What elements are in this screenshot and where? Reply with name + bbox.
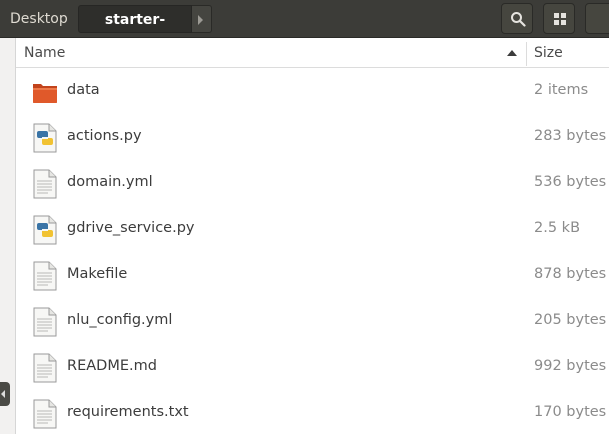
- text-file-icon: [33, 169, 57, 199]
- file-size: 536 bytes: [534, 174, 607, 190]
- list-item[interactable]: data 2 items: [16, 68, 609, 114]
- list-item[interactable]: actions.py 283 bytes: [16, 114, 609, 160]
- column-divider[interactable]: [526, 42, 527, 66]
- search-button[interactable]: [501, 3, 533, 34]
- text-file-icon: [33, 307, 57, 337]
- file-name: Makefile: [67, 266, 128, 282]
- folder-icon: [33, 84, 57, 103]
- file-name: requirements.txt: [67, 404, 189, 420]
- file-name: domain.yml: [67, 174, 153, 190]
- file-name: README.md: [67, 358, 157, 374]
- sidebar-toggle-handle[interactable]: [0, 382, 10, 406]
- grid-view-icon: [554, 13, 566, 25]
- file-size: 2.5 kB: [534, 220, 581, 236]
- file-size: 2 items: [534, 82, 589, 98]
- list-item[interactable]: README.md 992 bytes: [16, 344, 609, 390]
- file-name: data: [67, 82, 100, 98]
- header-bar: Desktop starter-pack: [0, 0, 609, 56]
- sort-ascending-icon: [507, 50, 517, 56]
- view-toggle-button[interactable]: [543, 3, 575, 34]
- chevron-right-icon: [198, 15, 203, 25]
- column-size-header[interactable]: Size: [534, 45, 563, 61]
- python-file-icon: [33, 215, 57, 245]
- file-size: 878 bytes: [534, 266, 607, 282]
- text-file-icon: [33, 353, 57, 383]
- file-list: data 2 items actions.py 283 bytes domain…: [16, 68, 609, 436]
- column-header: Name Size: [16, 38, 609, 68]
- list-item[interactable]: requirements.txt 170 bytes: [16, 390, 609, 436]
- list-item[interactable]: domain.yml 536 bytes: [16, 160, 609, 206]
- file-name: actions.py: [67, 128, 142, 144]
- text-file-icon: [33, 399, 57, 429]
- file-size: 283 bytes: [534, 128, 607, 144]
- python-file-icon: [33, 123, 57, 153]
- list-item[interactable]: nlu_config.yml 205 bytes: [16, 298, 609, 344]
- file-size: 205 bytes: [534, 312, 607, 328]
- list-item[interactable]: Makefile 878 bytes: [16, 252, 609, 298]
- chevron-left-icon: [1, 390, 5, 398]
- menu-button[interactable]: [585, 3, 609, 34]
- sidebar: [0, 38, 16, 434]
- text-file-icon: [33, 261, 57, 291]
- breadcrumb-starter-pack[interactable]: starter-pack: [78, 5, 192, 56]
- search-icon: [511, 12, 526, 27]
- list-item[interactable]: gdrive_service.py 2.5 kB: [16, 206, 609, 252]
- file-name: gdrive_service.py: [67, 220, 195, 236]
- breadcrumb-forward-button[interactable]: [192, 5, 212, 33]
- file-size: 170 bytes: [534, 404, 607, 420]
- file-name: nlu_config.yml: [67, 312, 173, 328]
- file-size: 992 bytes: [534, 358, 607, 374]
- column-name-header[interactable]: Name: [24, 45, 65, 61]
- breadcrumb-desktop[interactable]: Desktop: [0, 5, 77, 33]
